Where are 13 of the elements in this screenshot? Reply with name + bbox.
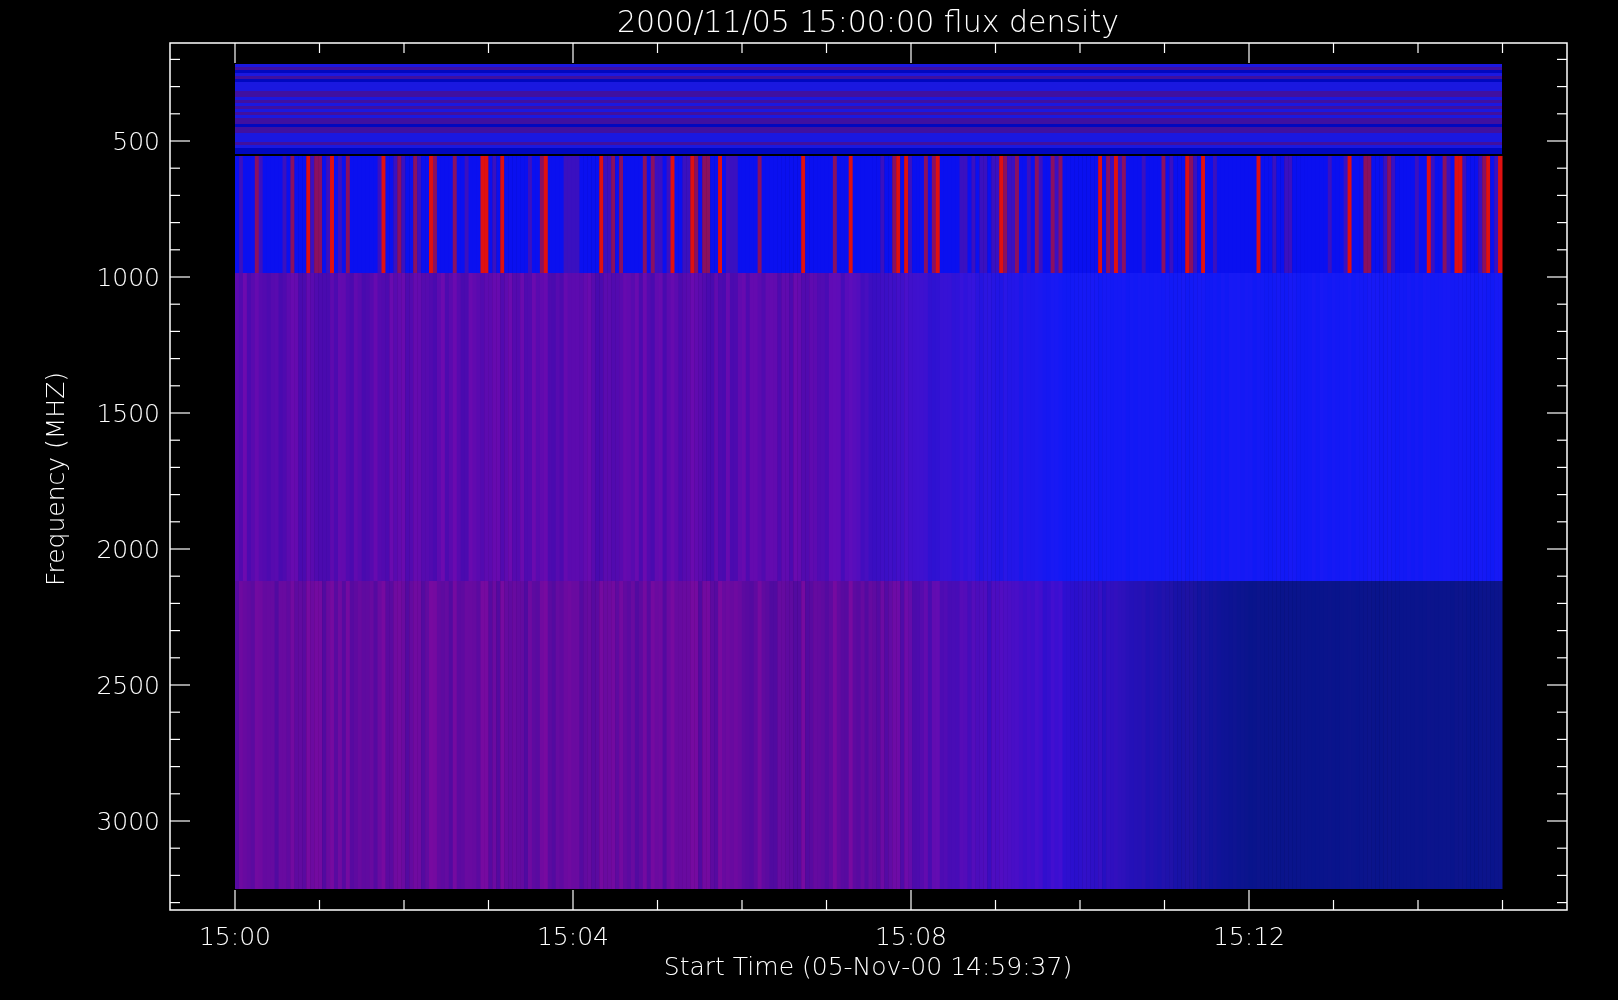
- x-axis-label: Start Time (05-Nov-00 14:59:37): [663, 952, 1073, 981]
- axis-tick-label: 3000: [96, 807, 160, 836]
- plot-title: 2000/11/05 15:00:00 flux density: [617, 4, 1119, 39]
- axis-tick-label: 500: [112, 127, 160, 156]
- axis-tick-label: 2000: [96, 535, 160, 564]
- axis-tick-label: 1500: [96, 399, 160, 428]
- axis-tick-label: 15:08: [875, 922, 947, 951]
- axis-tick-label: 15:04: [537, 922, 609, 951]
- axis-tick-label: 1000: [96, 263, 160, 292]
- axis-tick-label: 15:12: [1213, 922, 1285, 951]
- axis-tick-label: 15:00: [199, 922, 271, 951]
- axis-tick-label: 2500: [96, 671, 160, 700]
- y-axis-label: Frequency (MHZ): [41, 371, 70, 587]
